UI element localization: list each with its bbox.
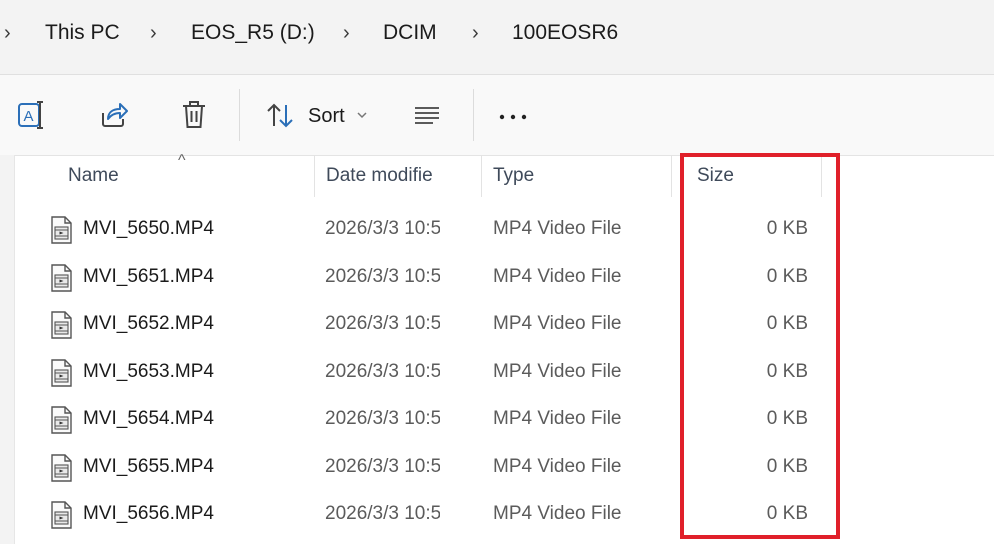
command-bar: A Sort [0, 75, 994, 156]
address-bar[interactable]: › This PC › EOS_R5 (D:) › DCIM › 100EOSR… [0, 0, 994, 75]
breadcrumb-chevron-icon[interactable]: › [472, 18, 479, 48]
share-button[interactable] [98, 97, 130, 133]
view-button[interactable] [412, 97, 444, 133]
file-date-modified: 2026/3/3 10:5 [325, 455, 440, 477]
svg-text:A: A [24, 108, 34, 125]
file-date-modified: 2026/3/3 10:5 [325, 360, 440, 382]
file-type: MP4 Video File [493, 313, 622, 334]
video-file-icon [51, 358, 72, 387]
column-divider[interactable] [481, 155, 482, 197]
breadcrumb-dcim[interactable]: DCIM [383, 18, 437, 48]
video-file-icon [51, 406, 72, 434]
file-date-modified: 2026/3/3 10:5 [325, 218, 440, 239]
column-divider[interactable] [314, 155, 315, 197]
file-name: MVI_5651.MP4 [83, 265, 214, 287]
size-column-highlight [680, 153, 840, 539]
column-header-type[interactable]: Type [493, 165, 663, 191]
toolbar-divider [239, 89, 240, 141]
file-name: MVI_5655.MP4 [83, 455, 214, 477]
file-name: MVI_5656.MP4 [83, 503, 214, 524]
file-type: MP4 Video File [493, 408, 622, 429]
file-date-modified: 2026/3/3 10:5 [325, 313, 440, 334]
delete-icon [183, 101, 205, 128]
breadcrumb-this-pc[interactable]: This PC [45, 18, 120, 48]
more-options-button[interactable] [497, 97, 531, 133]
view-icon [415, 107, 439, 124]
sort-icon [267, 103, 293, 128]
column-header-date-modified[interactable]: Date modifie [326, 165, 439, 191]
video-file-icon [51, 263, 72, 292]
file-date-modified: 2026/3/3 10:5 [325, 265, 440, 287]
video-file-icon [51, 501, 72, 529]
column-header-name[interactable]: Name [68, 165, 298, 191]
breadcrumb-current-folder[interactable]: 100EOSR6 [512, 18, 618, 48]
more-icon [499, 114, 527, 120]
video-file-icon [51, 453, 72, 482]
breadcrumb-chevron-icon[interactable]: › [150, 18, 157, 48]
breadcrumb-chevron-icon[interactable]: › [4, 18, 11, 48]
file-type: MP4 Video File [493, 218, 622, 239]
file-date-modified: 2026/3/3 10:5 [325, 503, 440, 524]
column-divider[interactable] [671, 155, 672, 197]
chevron-down-icon [357, 112, 367, 119]
breadcrumb-drive[interactable]: EOS_R5 (D:) [191, 18, 315, 48]
video-file-icon [51, 216, 72, 244]
navigation-pane-edge [0, 155, 15, 544]
file-name: MVI_5650.MP4 [83, 218, 214, 239]
file-name: MVI_5653.MP4 [83, 360, 214, 382]
video-file-icon [51, 311, 72, 339]
file-date-modified: 2026/3/3 10:5 [325, 408, 440, 429]
toolbar-divider [473, 89, 474, 141]
delete-button[interactable] [179, 97, 211, 133]
sort-dropdown-button[interactable] [356, 97, 368, 133]
share-icon [102, 103, 128, 127]
file-name: MVI_5654.MP4 [83, 408, 214, 429]
file-name: MVI_5652.MP4 [83, 313, 214, 334]
file-type: MP4 Video File [493, 455, 622, 477]
sort-button[interactable] [264, 97, 298, 133]
file-type: MP4 Video File [493, 503, 622, 524]
rename-button[interactable]: A [16, 97, 48, 133]
breadcrumb-chevron-icon[interactable]: › [343, 18, 350, 48]
sort-label[interactable]: Sort [308, 105, 345, 128]
rename-icon: A [18, 101, 43, 129]
file-type: MP4 Video File [493, 360, 622, 382]
file-type: MP4 Video File [493, 265, 622, 287]
